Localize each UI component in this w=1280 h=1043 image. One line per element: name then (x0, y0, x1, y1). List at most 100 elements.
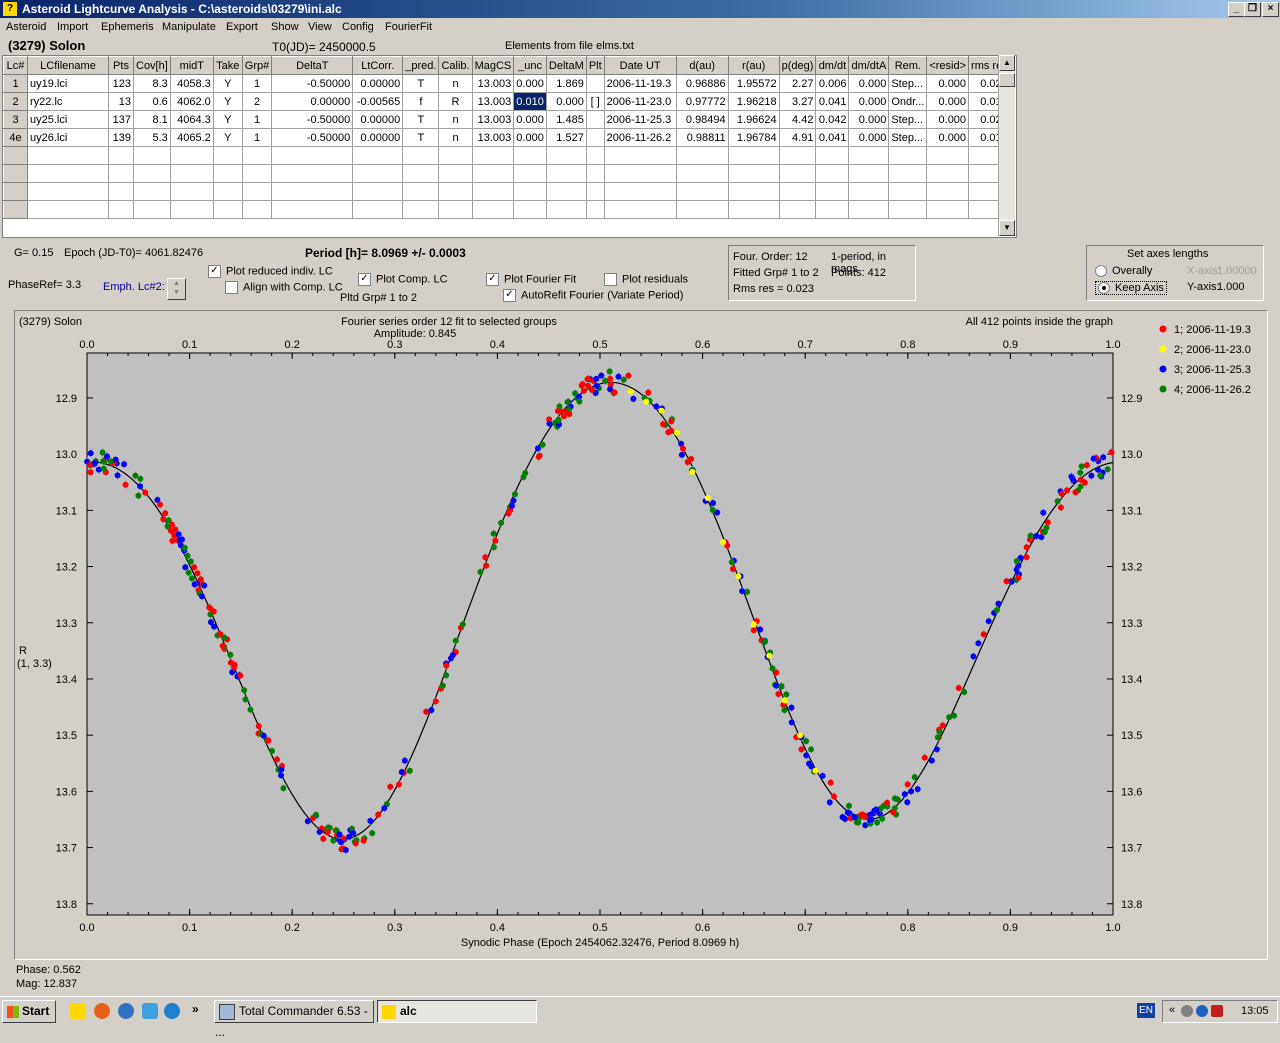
table-cell[interactable] (926, 164, 970, 183)
browser-icon[interactable] (118, 1003, 134, 1019)
plot-fourier-checkbox[interactable]: ✓ Plot Fourier Fit (486, 273, 576, 286)
menu-export[interactable]: Export (226, 21, 258, 33)
keep-axis-radio[interactable]: Keep Axis (1095, 281, 1167, 296)
table-cell[interactable] (352, 146, 404, 165)
lightcurve-plot[interactable]: (3279) Solon Fourier series order 12 fit… (15, 311, 1265, 957)
table-cell[interactable]: T (402, 128, 440, 147)
table-cell[interactable]: Y (212, 92, 243, 111)
table-cell[interactable] (888, 164, 928, 183)
table-cell[interactable] (471, 146, 515, 165)
table-cell[interactable]: -0.50000 (271, 128, 354, 147)
column-header[interactable]: Pts (108, 56, 134, 75)
table-cell[interactable]: 4062.0 (169, 92, 214, 111)
table-cell[interactable]: 0.000 (513, 128, 547, 147)
plot-comp-checkbox[interactable]: ✓ Plot Comp. LC (358, 273, 448, 286)
table-cell[interactable]: 0.00000 (352, 110, 404, 129)
table-cell[interactable] (585, 164, 605, 183)
table-cell[interactable]: 4.42 (778, 110, 817, 129)
align-checkbox[interactable]: Align with Comp. LC (225, 281, 343, 294)
table-cell[interactable]: 2006-11-26.2 (603, 128, 677, 147)
table-cell[interactable]: 0.006 (815, 74, 850, 93)
menu-fourierfit[interactable]: FourierFit (385, 21, 432, 33)
table-cell[interactable] (815, 200, 850, 219)
table-cell[interactable]: 1.96624 (727, 110, 780, 129)
table-cell[interactable] (438, 200, 473, 219)
table-cell[interactable] (271, 146, 354, 165)
menu-asteroid[interactable]: Asteroid (6, 21, 46, 33)
table-cell[interactable]: 0.000 (926, 92, 970, 111)
table-cell[interactable] (212, 146, 243, 165)
menu-config[interactable]: Config (342, 21, 374, 33)
column-header[interactable]: Date UT (603, 56, 677, 75)
column-header[interactable]: <resid> (926, 56, 970, 75)
table-cell[interactable] (133, 146, 171, 165)
table-cell[interactable] (585, 110, 605, 129)
table-cell[interactable] (675, 200, 729, 219)
table-cell[interactable] (271, 164, 354, 183)
table-cell[interactable] (603, 146, 677, 165)
table-cell[interactable] (212, 182, 243, 201)
table-cell[interactable] (402, 164, 440, 183)
table-cell[interactable] (585, 182, 605, 201)
table-cell[interactable]: 1 (241, 110, 273, 129)
table-cell[interactable]: f (402, 92, 440, 111)
table-cell[interactable]: Step... (888, 128, 928, 147)
chevron-icon[interactable]: » (192, 1002, 199, 1016)
scroll-down-button[interactable]: ▼ (999, 220, 1015, 236)
table-cell[interactable]: 8.1 (133, 110, 171, 129)
column-header[interactable]: Calib. (438, 56, 473, 75)
row-header[interactable]: 3 (3, 110, 28, 129)
plot-reduced-checkbox[interactable]: ✓ Plot reduced indiv. LC (208, 265, 333, 278)
row-header[interactable] (3, 200, 28, 219)
table-cell[interactable] (603, 182, 677, 201)
table-cell[interactable]: Ondr... (888, 92, 928, 111)
row-header[interactable]: 4e (3, 128, 28, 147)
table-row[interactable]: 3 uy25.lci 137 8.1 4064.3 Y 1 -0.50000 0.00000 Tn… (3, 110, 1011, 129)
table-cell[interactable] (585, 74, 605, 93)
network-icon[interactable] (1196, 1005, 1208, 1017)
empty-row[interactable] (3, 182, 1011, 201)
menu-manipulate[interactable]: Manipulate (162, 21, 216, 33)
table-cell[interactable] (778, 182, 817, 201)
taskbar-alc[interactable]: alc (377, 1000, 537, 1023)
table-cell[interactable]: uy19.lci (27, 74, 109, 93)
firefox-icon[interactable] (94, 1003, 110, 1019)
table-cell[interactable] (848, 200, 890, 219)
table-cell[interactable] (241, 164, 273, 183)
column-header[interactable]: LCfilename (27, 56, 109, 75)
column-header[interactable]: LtCorr. (352, 56, 404, 75)
table-cell[interactable] (585, 128, 605, 147)
y-axis-value[interactable]: 1.000 (1217, 281, 1245, 293)
table-cell[interactable] (603, 164, 677, 183)
table-cell[interactable] (727, 182, 780, 201)
column-header[interactable]: _unc (513, 56, 547, 75)
close-button[interactable]: × (1262, 2, 1279, 17)
table-cell[interactable]: 0.041 (815, 92, 850, 111)
table-cell[interactable]: 1.485 (545, 110, 587, 129)
table-cell[interactable]: 0.97772 (675, 92, 729, 111)
table-cell[interactable]: 2.27 (778, 74, 817, 93)
plot-residuals-checkbox[interactable]: Plot residuals (604, 273, 688, 286)
menu-show[interactable]: Show (271, 21, 299, 33)
column-header[interactable]: DeltaM (545, 56, 587, 75)
menu-view[interactable]: View (308, 21, 332, 33)
row-header[interactable] (3, 146, 28, 165)
table-cell[interactable] (888, 200, 928, 219)
table-cell[interactable] (513, 200, 547, 219)
column-header[interactable]: Plt (585, 56, 605, 75)
table-cell[interactable] (778, 200, 817, 219)
restore-button[interactable]: ❐ (1244, 2, 1261, 17)
table-cell[interactable] (926, 182, 970, 201)
column-header[interactable]: midT (169, 56, 214, 75)
table-cell[interactable]: 4.91 (778, 128, 817, 147)
table-cell[interactable] (27, 182, 109, 201)
table-cell[interactable]: 0.000 (848, 128, 890, 147)
table-cell[interactable] (545, 182, 587, 201)
menu-ephemeris[interactable]: Ephemeris (101, 21, 154, 33)
table-cell[interactable]: T (402, 110, 440, 129)
table-cell[interactable] (926, 146, 970, 165)
grid-vertical-scrollbar[interactable]: ▲ ▼ (998, 55, 1015, 236)
table-cell[interactable]: ry22.lc (27, 92, 109, 111)
table-cell[interactable] (848, 146, 890, 165)
tray-arrow-icon[interactable]: « (1169, 1004, 1175, 1016)
